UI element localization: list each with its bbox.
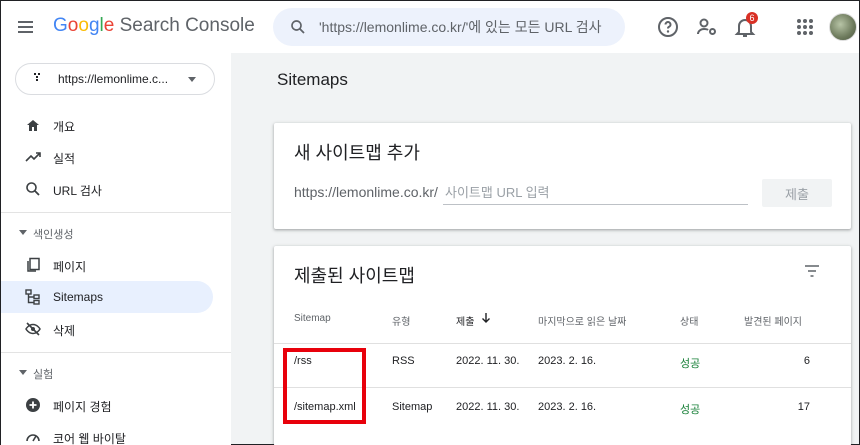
nav-item-overview[interactable]: 개요 xyxy=(1,109,213,141)
sidebar: https://lemonlime.c... 개요 실적 URL 검사 색인생성… xyxy=(1,53,231,445)
top-app-bar: Google Search Console 6 xyxy=(1,1,859,53)
column-header-label: 제출 xyxy=(456,317,475,328)
sitemap-url-input[interactable] xyxy=(443,181,748,205)
column-header-type[interactable]: 유형 xyxy=(392,313,410,328)
sitemap-icon xyxy=(25,289,40,305)
cell-pages: 17 xyxy=(797,401,810,413)
highlight-annotation-box xyxy=(283,348,366,424)
property-label: https://lemonlime.c... xyxy=(58,72,169,86)
nav-item-page-experience[interactable]: 페이지 경험 xyxy=(1,389,213,421)
column-header-status[interactable]: 상태 xyxy=(680,313,698,328)
avatar[interactable] xyxy=(829,13,857,41)
nav-item-pages[interactable]: 페이지 xyxy=(1,249,213,281)
submit-button[interactable]: 제출 xyxy=(762,179,832,207)
visibility-off-icon xyxy=(25,322,41,336)
arrow-down-icon xyxy=(482,313,490,323)
cell-type: RSS xyxy=(392,355,415,367)
cell-submitted: 2022. 11. 30. xyxy=(456,401,520,413)
filter-icon[interactable] xyxy=(803,262,821,280)
cell-last-read: 2023. 2. 16. xyxy=(538,401,597,413)
page-title: Sitemaps xyxy=(277,70,348,89)
caret-down-icon xyxy=(19,370,27,375)
section-label: 실험 xyxy=(33,369,54,381)
section-experience-toggle[interactable]: 실험 xyxy=(1,363,213,383)
status-badge: 성공 xyxy=(680,404,701,416)
chevron-down-icon xyxy=(188,77,196,82)
product-logo[interactable]: Google Search Console xyxy=(53,15,255,37)
column-header-submitted[interactable]: 제출 xyxy=(456,313,490,328)
nav-item-performance[interactable]: 실적 xyxy=(1,141,213,173)
column-header-discovered-pages[interactable]: 발견된 페이지 xyxy=(744,313,802,328)
url-inspection-search[interactable] xyxy=(273,8,625,46)
cell-submitted: 2022. 11. 30. xyxy=(456,355,520,367)
section-indexing-toggle[interactable]: 색인생성 xyxy=(1,223,213,243)
section-label: 색인생성 xyxy=(33,229,74,241)
nav-label: 삭제 xyxy=(53,324,76,338)
nav-label: 페이지 xyxy=(53,260,87,274)
add-sitemap-card: 새 사이트맵 추가 https://lemonlime.co.kr/ 제출 xyxy=(274,123,851,229)
column-header-sitemap[interactable]: Sitemap xyxy=(294,313,331,324)
cell-type: Sitemap xyxy=(392,401,433,413)
home-icon xyxy=(27,120,39,131)
trending-up-icon xyxy=(25,152,41,162)
status-badge: 성공 xyxy=(680,358,701,370)
caret-down-icon xyxy=(19,230,27,235)
divider xyxy=(1,352,231,353)
nav-label: Sitemaps xyxy=(53,290,104,304)
search-icon xyxy=(291,20,305,34)
product-name: Search Console xyxy=(119,15,255,36)
property-icon xyxy=(34,73,40,81)
speed-icon xyxy=(26,434,40,442)
url-prefix: https://lemonlime.co.kr/ xyxy=(294,184,438,200)
nav-label: 코어 웹 바이탈 xyxy=(53,432,126,445)
card-title: 새 사이트맵 추가 xyxy=(294,143,420,163)
cell-pages: 6 xyxy=(803,355,810,367)
card-title: 제출된 사이트맵 xyxy=(294,266,415,286)
manage-user-icon[interactable] xyxy=(695,15,719,39)
column-header-last-read[interactable]: 마지막으로 읽은 날짜 xyxy=(538,313,626,328)
nav-label: URL 검사 xyxy=(53,184,102,198)
apps-icon[interactable] xyxy=(793,15,817,39)
nav-item-url-inspection[interactable]: URL 검사 xyxy=(1,173,213,205)
help-icon[interactable] xyxy=(656,15,680,39)
pages-icon xyxy=(27,257,40,272)
menu-icon[interactable] xyxy=(15,15,39,39)
cell-last-read: 2023. 2. 16. xyxy=(538,355,597,367)
add-circle-icon xyxy=(26,398,40,412)
property-selector[interactable]: https://lemonlime.c... xyxy=(15,63,215,95)
nav-label: 페이지 경험 xyxy=(53,400,112,414)
search-icon xyxy=(26,182,40,196)
nav-item-core-web-vitals[interactable]: 코어 웹 바이탈 xyxy=(1,421,213,445)
notification-badge: 6 xyxy=(746,12,758,24)
nav-item-removals[interactable]: 삭제 xyxy=(1,313,213,345)
nav-label: 개요 xyxy=(53,120,76,134)
search-input[interactable] xyxy=(319,17,619,37)
nav-label: 실적 xyxy=(53,152,76,166)
nav-item-sitemaps[interactable]: Sitemaps xyxy=(1,281,213,313)
divider xyxy=(1,212,231,213)
